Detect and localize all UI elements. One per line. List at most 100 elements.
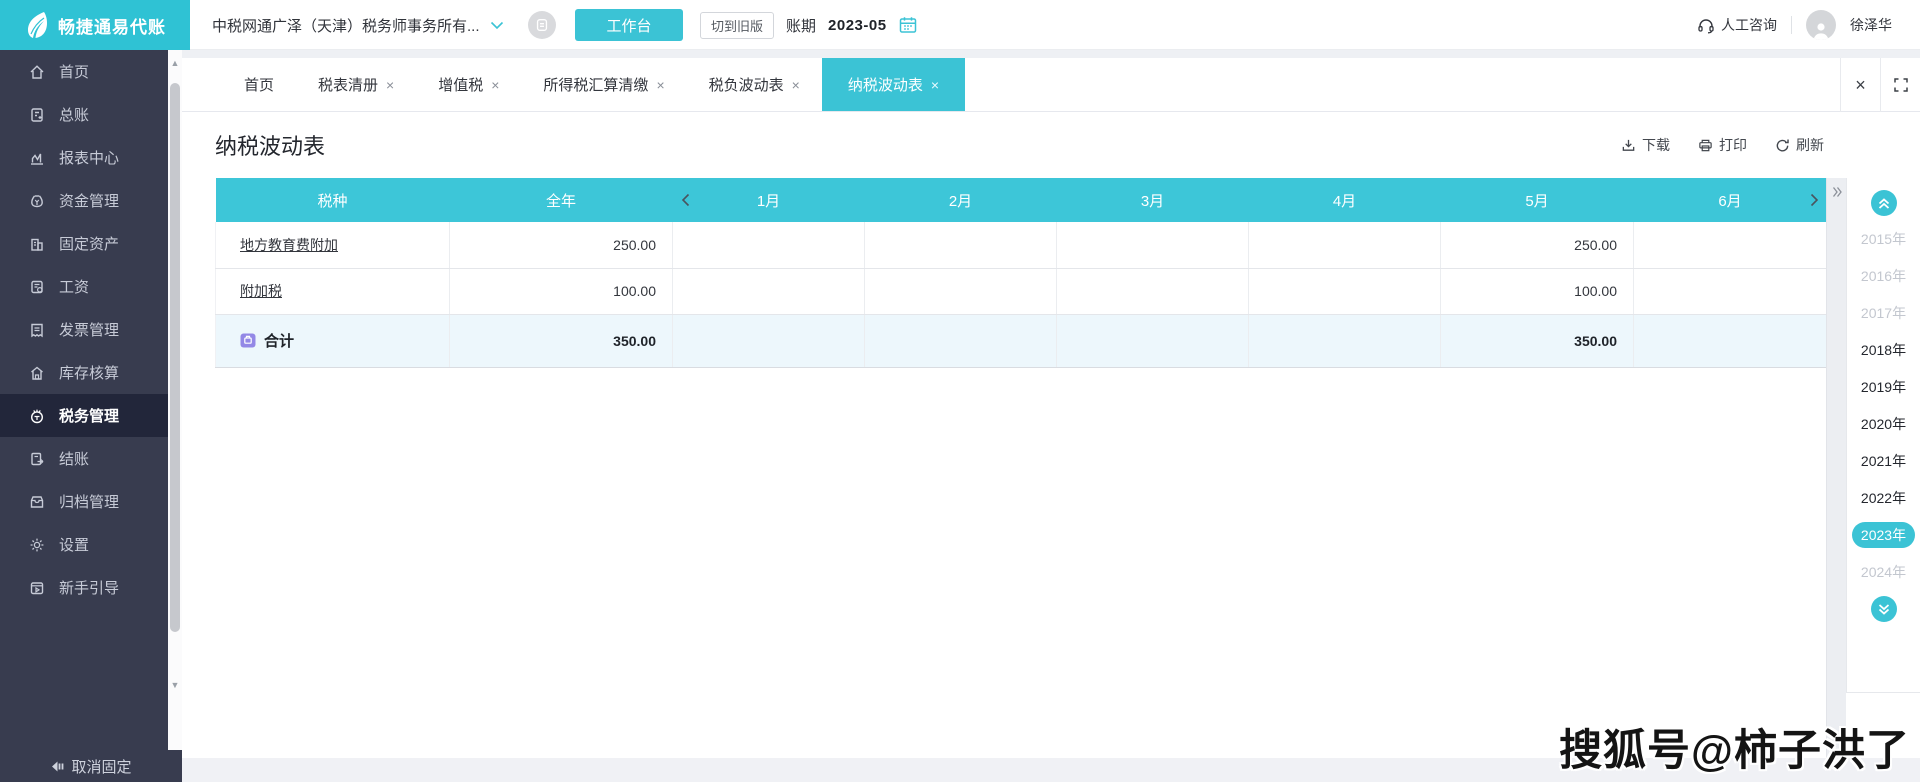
- tab-tax-form-register[interactable]: 税表清册 ×: [296, 58, 416, 111]
- col-feb: 2月: [865, 178, 1057, 222]
- company-selector[interactable]: 中税网通广泽（天津）税务师事务所有...: [212, 0, 504, 50]
- total-month-value: 350.00: [1441, 314, 1634, 367]
- sidebar-item-closing[interactable]: 结账: [0, 437, 168, 480]
- next-months-arrow-icon[interactable]: [1810, 178, 1819, 222]
- year-item-2021[interactable]: 2021年: [1847, 442, 1920, 479]
- download-button[interactable]: 下载: [1621, 135, 1670, 155]
- col-apr: 4月: [1249, 178, 1441, 222]
- sidebar-item-report-center[interactable]: 报表中心: [0, 136, 168, 179]
- tax-type-link[interactable]: 附加税: [240, 283, 282, 299]
- tab-home[interactable]: 首页: [222, 58, 296, 111]
- month-value: [1634, 222, 1827, 268]
- col-annual: 全年: [450, 178, 673, 222]
- years-scroll-down-button[interactable]: [1871, 596, 1897, 622]
- year-item-2018[interactable]: 2018年: [1847, 331, 1920, 368]
- guide-icon: [28, 579, 46, 597]
- home-icon: [28, 63, 46, 81]
- sidebar-item-archive[interactable]: 归档管理: [0, 480, 168, 523]
- total-month-value: [1249, 314, 1441, 367]
- sidebar-item-inventory[interactable]: 库存核算: [0, 351, 168, 394]
- col-mar: 3月: [1057, 178, 1249, 222]
- sidebar-item-home[interactable]: 首页: [0, 50, 168, 93]
- sidebar-item-tax-management[interactable]: 税务管理: [0, 394, 168, 437]
- years-scroll-up-button[interactable]: [1871, 190, 1897, 216]
- month-value: [1249, 222, 1441, 268]
- fullscreen-icon[interactable]: [1880, 58, 1920, 112]
- switch-old-version-button[interactable]: 切到旧版: [700, 12, 774, 39]
- tab-income-tax-settlement[interactable]: 所得税汇算清缴 ×: [521, 58, 686, 111]
- tab-close-icon[interactable]: ×: [656, 77, 664, 93]
- scrollbar-up-arrow[interactable]: ▲: [168, 58, 182, 70]
- year-item-2023-selected[interactable]: 2023年: [1847, 516, 1920, 553]
- support-button[interactable]: 人工咨询: [1697, 15, 1777, 35]
- year-item-2015[interactable]: 2015年: [1847, 220, 1920, 257]
- month-value: [865, 222, 1057, 268]
- tax-wave-table: 税种 全年 1月 2月 3月 4月 5月 6月: [215, 178, 1827, 368]
- sidebar-item-label: 归档管理: [59, 491, 119, 512]
- gear-icon: [28, 536, 46, 554]
- sidebar-item-label: 首页: [59, 61, 89, 82]
- tab-bar: 首页 税表清册 × 增值税 × 所得税汇算清缴 × 税负波动表 ×: [182, 58, 1920, 112]
- unpin-sidebar-button[interactable]: 取消固定: [0, 750, 182, 782]
- chevron-down-icon[interactable]: [490, 21, 504, 30]
- report-toolbar: 下载 打印 刷新: [1621, 135, 1824, 155]
- annual-value: 100.00: [450, 268, 673, 314]
- topbar-right: 人工咨询 徐泽华: [1697, 0, 1892, 50]
- report-icon: [28, 149, 46, 167]
- close-all-tabs-icon[interactable]: ×: [1840, 58, 1880, 112]
- year-item-2022[interactable]: 2022年: [1847, 479, 1920, 516]
- sidebar-item-general-ledger[interactable]: 总账: [0, 93, 168, 136]
- year-item-2019[interactable]: 2019年: [1847, 368, 1920, 405]
- sidebar-item-settings[interactable]: 设置: [0, 523, 168, 566]
- sidebar-item-payroll[interactable]: 工资: [0, 265, 168, 308]
- watermark: 搜狐号@柿子洪了: [1559, 716, 1910, 778]
- scrollbar-down-arrow[interactable]: ▼: [168, 680, 182, 692]
- collapse-panel-handle[interactable]: [1826, 178, 1846, 758]
- download-icon: [1621, 138, 1636, 153]
- unpin-label: 取消固定: [71, 756, 131, 777]
- year-item-2020[interactable]: 2020年: [1847, 405, 1920, 442]
- tab-tax-payment-wave[interactable]: 纳税波动表 ×: [822, 58, 965, 111]
- year-list: 2015年 2016年 2017年 2018年 2019年 2020年 2021…: [1847, 220, 1920, 590]
- top-bar: 畅捷通易代账 中税网通广泽（天津）税务师事务所有... 工作台 切到旧版 账期 …: [0, 0, 1920, 50]
- archive-icon: [28, 493, 46, 511]
- divider: [1791, 16, 1792, 34]
- scrollbar-thumb[interactable]: [170, 83, 180, 632]
- print-button[interactable]: 打印: [1698, 135, 1747, 155]
- fixed-assets-icon: [28, 235, 46, 253]
- sidebar-item-guide[interactable]: 新手引导: [0, 566, 168, 609]
- prev-months-arrow-icon[interactable]: [681, 178, 690, 222]
- workbench-button[interactable]: 工作台: [575, 9, 683, 41]
- payroll-icon: [28, 278, 46, 296]
- year-item-2017[interactable]: 2017年: [1847, 294, 1920, 331]
- year-item-2016[interactable]: 2016年: [1847, 257, 1920, 294]
- month-value: [1249, 268, 1441, 314]
- sidebar-scrollbar[interactable]: ▲ ▼: [168, 50, 182, 750]
- download-label: 下载: [1642, 135, 1670, 155]
- period-value: 2023-05: [828, 17, 887, 34]
- year-item-2024[interactable]: 2024年: [1847, 553, 1920, 590]
- sidebar-item-fixed-assets[interactable]: 固定资产: [0, 222, 168, 265]
- tab-close-icon[interactable]: ×: [931, 77, 939, 93]
- notepad-icon[interactable]: [528, 11, 556, 39]
- calendar-icon[interactable]: [899, 16, 917, 34]
- page-header: 纳税波动表 下载 打印 刷新: [182, 112, 1920, 178]
- year-panel: 2015年 2016年 2017年 2018年 2019年 2020年 2021…: [1846, 178, 1920, 693]
- headset-icon: [1697, 17, 1715, 34]
- tab-close-icon[interactable]: ×: [386, 77, 394, 93]
- tab-vat[interactable]: 增值税 ×: [416, 58, 521, 111]
- tab-close-icon[interactable]: ×: [491, 77, 499, 93]
- refresh-label: 刷新: [1796, 135, 1824, 155]
- sidebar-item-funds[interactable]: 资金管理: [0, 179, 168, 222]
- sidebar-item-label: 库存核算: [59, 362, 119, 383]
- closing-icon: [28, 450, 46, 468]
- avatar[interactable]: [1806, 10, 1836, 40]
- table-row: 附加税 100.00 100.00: [216, 268, 1827, 314]
- tab-close-icon[interactable]: ×: [792, 77, 800, 93]
- sidebar-item-label: 新手引导: [59, 577, 119, 598]
- tab-tax-burden-wave[interactable]: 税负波动表 ×: [687, 58, 822, 111]
- tax-type-link[interactable]: 地方教育费附加: [240, 237, 338, 253]
- sidebar-item-invoice[interactable]: 发票管理: [0, 308, 168, 351]
- brand-logo: 畅捷通易代账: [0, 0, 190, 50]
- refresh-button[interactable]: 刷新: [1775, 135, 1824, 155]
